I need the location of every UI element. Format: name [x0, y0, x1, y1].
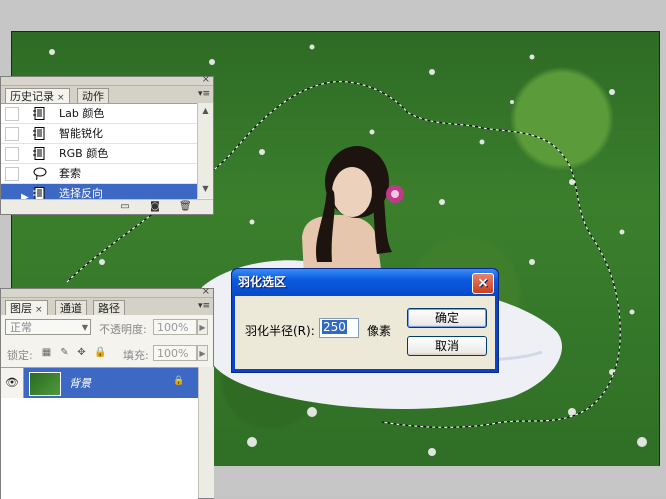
layer-list: 👁 背景 🔒: [1, 367, 198, 499]
history-item[interactable]: RGB 颜色: [1, 144, 197, 164]
history-item-label: Lab 颜色: [59, 107, 105, 120]
opacity-field[interactable]: 100%: [153, 319, 197, 335]
lock-icon: 🔒: [173, 376, 185, 386]
feather-radius-input[interactable]: 250: [319, 318, 359, 338]
tab-actions[interactable]: 动作: [77, 88, 109, 104]
scroll-down-icon[interactable]: ▼: [200, 183, 211, 194]
eye-icon[interactable]: 👁: [1, 368, 24, 398]
fill-field[interactable]: 100%: [153, 345, 197, 361]
cancel-button[interactable]: 取消: [407, 336, 487, 356]
ok-button[interactable]: 确定: [407, 308, 487, 328]
lock-position-icon[interactable]: ✥: [76, 347, 87, 358]
layers-scrollbar[interactable]: [198, 367, 214, 498]
tab-history-label: 历史记录: [10, 90, 54, 103]
layers-tabs: 图层 × 通道 路径 ▾≡: [1, 298, 213, 317]
history-item-label: RGB 颜色: [59, 147, 109, 160]
feather-selection-dialog: 羽化选区 × 羽化半径(R): 250 像素 确定 取消: [231, 268, 499, 373]
snapshot-source-checkbox[interactable]: [5, 167, 19, 181]
opacity-arrow-icon[interactable]: ▶: [197, 319, 208, 335]
close-icon[interactable]: ×: [202, 75, 210, 85]
layer-options: 正常 ▼ 不透明度: 100% ▶ 锁定: ▦ ✎ ✥ 🔒 填充: 100% ▶: [1, 315, 213, 367]
layer-name: 背景: [69, 377, 91, 390]
history-palette: × 历史记录 × 动作 ▾≡ Lab 颜色 智能锐化 RGB 颜色 套索 ▶ 选…: [0, 75, 214, 215]
blend-mode-select[interactable]: 正常 ▼: [5, 319, 91, 335]
layer-thumbnail: [29, 372, 61, 396]
lock-label: 锁定:: [7, 349, 33, 362]
unit-label: 像素: [367, 324, 392, 338]
chevron-down-icon: ▼: [81, 323, 88, 332]
history-scrollbar[interactable]: ▲ ▼: [197, 103, 213, 198]
history-item[interactable]: 智能锐化: [1, 124, 197, 144]
tab-paths[interactable]: 路径: [93, 300, 125, 316]
tab-layers-label: 图层: [10, 302, 32, 315]
palette-titlebar[interactable]: ×: [1, 287, 213, 298]
document-icon: [33, 147, 45, 160]
layer-row[interactable]: 👁 背景 🔒: [1, 368, 198, 398]
snapshot-source-checkbox[interactable]: [5, 127, 19, 141]
tab-channels[interactable]: 通道: [55, 300, 87, 316]
lock-transparent-icon[interactable]: ▦: [41, 347, 52, 358]
blend-mode-value: 正常: [10, 321, 32, 334]
lock-all-icon[interactable]: 🔒: [94, 347, 106, 358]
lock-image-icon[interactable]: ✎: [59, 347, 70, 358]
close-icon[interactable]: ×: [472, 273, 494, 294]
fill-arrow-icon[interactable]: ▶: [197, 345, 208, 361]
fill-label: 填充:: [123, 349, 149, 362]
palette-menu-icon[interactable]: ▾≡: [198, 89, 210, 99]
feather-radius-value: 250: [322, 320, 347, 334]
history-list: Lab 颜色 智能锐化 RGB 颜色 套索 ▶ 选择反向: [1, 103, 197, 204]
trash-icon[interactable]: 🗑: [179, 201, 192, 212]
snapshot-source-checkbox[interactable]: [5, 147, 19, 161]
feather-radius-label: 羽化半径(R):: [245, 324, 315, 338]
history-item-label: 智能锐化: [59, 127, 103, 140]
history-tabs: 历史记录 × 动作 ▾≡: [1, 86, 213, 105]
palette-titlebar[interactable]: ×: [1, 75, 213, 86]
lasso-icon: [33, 167, 47, 180]
dialog-body: 羽化半径(R): 250 像素 确定 取消: [235, 296, 495, 369]
tab-actions-label: 动作: [82, 90, 104, 103]
document-icon: [33, 107, 45, 120]
snapshot-icon[interactable]: ◙: [149, 201, 161, 212]
snapshot-source-checkbox[interactable]: [5, 107, 19, 121]
dialog-title: 羽化选区: [238, 275, 287, 289]
history-footer: ▭ ◙ 🗑: [1, 199, 213, 214]
opacity-label: 不透明度:: [99, 323, 147, 336]
tab-paths-label: 路径: [98, 302, 120, 315]
palette-menu-icon[interactable]: ▾≡: [198, 301, 210, 311]
history-item[interactable]: Lab 颜色: [1, 104, 197, 124]
new-document-icon[interactable]: ▭: [119, 201, 131, 212]
tab-channels-label: 通道: [60, 302, 82, 315]
layers-palette: × 图层 × 通道 路径 ▾≡ 正常 ▼ 不透明度: 100% ▶ 锁定: ▦ ✎…: [0, 287, 214, 499]
tab-close-icon[interactable]: ×: [35, 305, 43, 315]
history-item-label: 套索: [59, 167, 81, 180]
history-item[interactable]: 套索: [1, 164, 197, 184]
close-icon[interactable]: ×: [202, 287, 210, 297]
scroll-up-icon[interactable]: ▲: [200, 105, 211, 116]
tab-close-icon[interactable]: ×: [57, 93, 65, 103]
document-icon: [33, 127, 45, 140]
dialog-titlebar[interactable]: 羽化选区 ×: [232, 269, 498, 296]
